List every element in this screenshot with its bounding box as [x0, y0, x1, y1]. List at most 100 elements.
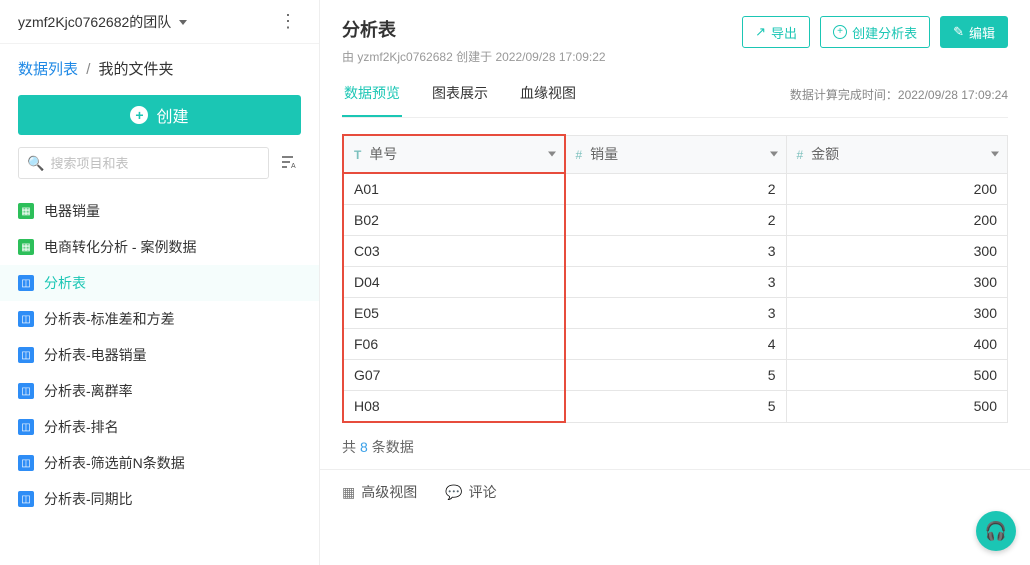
- cell-amount: 500: [786, 391, 1008, 423]
- sidebar-item-label: 电器销量: [44, 201, 100, 221]
- plus-circle-icon: +: [130, 106, 148, 124]
- cell-qty: 2: [565, 205, 787, 236]
- sidebar-item[interactable]: ◫分析表: [0, 265, 319, 301]
- cell-qty: 5: [565, 360, 787, 391]
- sidebar-item-label: 分析表-排名: [44, 417, 119, 437]
- tab[interactable]: 图表展示: [430, 83, 490, 117]
- sidebar-item[interactable]: ▦电器销量: [0, 193, 319, 229]
- advanced-view-button[interactable]: ▦ 高级视图: [342, 482, 417, 502]
- chart-icon: ◫: [18, 455, 34, 471]
- cell-id: E05: [343, 298, 565, 329]
- data-table: T 单号# 销量# 金额 A012200B022200C033300D04330…: [342, 134, 1008, 423]
- cell-amount: 300: [786, 267, 1008, 298]
- team-selector[interactable]: yzmf2Kjc0762682的团队 ⋮: [0, 0, 319, 44]
- breadcrumb-root[interactable]: 数据列表: [18, 61, 78, 78]
- sidebar-item-label: 分析表-筛选前N条数据: [44, 453, 185, 473]
- summary-row: 共8条数据: [320, 429, 1030, 469]
- table-row[interactable]: G075500: [343, 360, 1008, 391]
- table-row[interactable]: C033300: [343, 236, 1008, 267]
- cell-qty: 2: [565, 173, 787, 205]
- table-row[interactable]: D043300: [343, 267, 1008, 298]
- team-name: yzmf2Kjc0762682的团队: [18, 14, 171, 30]
- cell-id: C03: [343, 236, 565, 267]
- headset-icon: 🎧: [985, 521, 1007, 542]
- cell-amount: 200: [786, 173, 1008, 205]
- tabs: 数据预览图表展示血缘视图: [342, 83, 578, 117]
- cell-amount: 300: [786, 236, 1008, 267]
- comment-icon: 💬: [445, 484, 462, 501]
- comment-button[interactable]: 💬 评论: [445, 482, 496, 502]
- chevron-down-icon: [548, 152, 556, 157]
- sidebar-item[interactable]: ◫ 分析表-筛选前N条数据: [0, 445, 319, 481]
- more-menu-button[interactable]: ⋮: [275, 11, 301, 32]
- cell-amount: 300: [786, 298, 1008, 329]
- chevron-down-icon: [770, 152, 778, 157]
- search-icon: 🔍: [27, 155, 44, 172]
- edit-button[interactable]: ✎ 编辑: [940, 16, 1008, 48]
- chevron-down-icon: [179, 20, 187, 25]
- table-row[interactable]: F064400: [343, 329, 1008, 360]
- search-input[interactable]: [50, 156, 260, 171]
- nav-list: ▦电器销量▦电商转化分析 - 案例数据◫分析表◫分析表-标准差和方差◫分析表-电…: [0, 189, 319, 565]
- cell-id: D04: [343, 267, 565, 298]
- breadcrumb-current: 我的文件夹: [99, 61, 174, 78]
- chart-icon: ◫: [18, 347, 34, 363]
- sidebar-item[interactable]: ◫分析表-电器销量: [0, 337, 319, 373]
- plus-circle-icon: +: [833, 25, 847, 39]
- cell-id: A01: [343, 173, 565, 205]
- sidebar-item-label: 分析表-离群率: [44, 381, 133, 401]
- sidebar-item-label: 电商转化分析 - 案例数据: [44, 237, 196, 257]
- cell-id: B02: [343, 205, 565, 236]
- compute-time: 数据计算完成时间：2022/09/28 17:09:24: [790, 86, 1008, 115]
- sidebar-item[interactable]: ◫ 分析表-同期比: [0, 481, 319, 517]
- chart-icon: ◫: [18, 419, 34, 435]
- number-type-icon: #: [797, 148, 804, 162]
- chevron-down-icon: [991, 152, 999, 157]
- chat-fab[interactable]: 🎧: [976, 511, 1016, 551]
- chart-icon: ◫: [18, 311, 34, 327]
- page-meta: 由 yzmf2Kjc0762682 创建于 2022/09/28 17:09:2…: [342, 48, 606, 65]
- column-header[interactable]: # 金额: [786, 135, 1008, 173]
- sidebar-item-label: 分析表-标准差和方差: [44, 309, 175, 329]
- breadcrumb: 数据列表 / 我的文件夹: [0, 44, 319, 89]
- cell-id: F06: [343, 329, 565, 360]
- table-row[interactable]: H085500: [343, 391, 1008, 423]
- sidebar-item[interactable]: ▦ 电商转化分析 - 案例数据: [0, 229, 319, 265]
- tab[interactable]: 血缘视图: [518, 83, 578, 117]
- advanced-icon: ▦: [342, 484, 355, 501]
- chart-icon: ◫: [18, 491, 34, 507]
- table-row[interactable]: A012200: [343, 173, 1008, 205]
- cell-qty: 3: [565, 236, 787, 267]
- cell-qty: 3: [565, 267, 787, 298]
- cell-id: G07: [343, 360, 565, 391]
- sidebar-item[interactable]: ◫ 分析表-标准差和方差: [0, 301, 319, 337]
- column-header[interactable]: T 单号: [343, 135, 565, 173]
- cell-qty: 3: [565, 298, 787, 329]
- text-type-icon: T: [354, 148, 361, 162]
- table-row[interactable]: B022200: [343, 205, 1008, 236]
- cell-qty: 4: [565, 329, 787, 360]
- search-input-wrapper[interactable]: 🔍: [18, 147, 269, 179]
- export-button[interactable]: ↗ 导出: [742, 16, 810, 48]
- sidebar-item[interactable]: ◫ 分析表-排名: [0, 409, 319, 445]
- sort-icon[interactable]: A: [277, 151, 301, 176]
- sidebar-item-label: 分析表: [44, 273, 86, 293]
- cell-qty: 5: [565, 391, 787, 423]
- table-row[interactable]: E053300: [343, 298, 1008, 329]
- table-icon: ▦: [18, 239, 34, 255]
- sidebar-item-label: 分析表-同期比: [44, 489, 133, 509]
- create-button[interactable]: + 创建: [18, 95, 301, 135]
- share-icon: ↗: [755, 24, 766, 40]
- cell-id: H08: [343, 391, 565, 423]
- cell-amount: 500: [786, 360, 1008, 391]
- column-header[interactable]: # 销量: [565, 135, 787, 173]
- pencil-icon: ✎: [953, 24, 964, 40]
- chart-icon: ◫: [18, 383, 34, 399]
- cell-amount: 200: [786, 205, 1008, 236]
- number-type-icon: #: [576, 148, 583, 162]
- cell-amount: 400: [786, 329, 1008, 360]
- sidebar-item[interactable]: ◫ 分析表-离群率: [0, 373, 319, 409]
- tab[interactable]: 数据预览: [342, 83, 402, 117]
- create-analysis-button[interactable]: + 创建分析表: [820, 16, 930, 48]
- page-title: 分析表: [342, 16, 606, 42]
